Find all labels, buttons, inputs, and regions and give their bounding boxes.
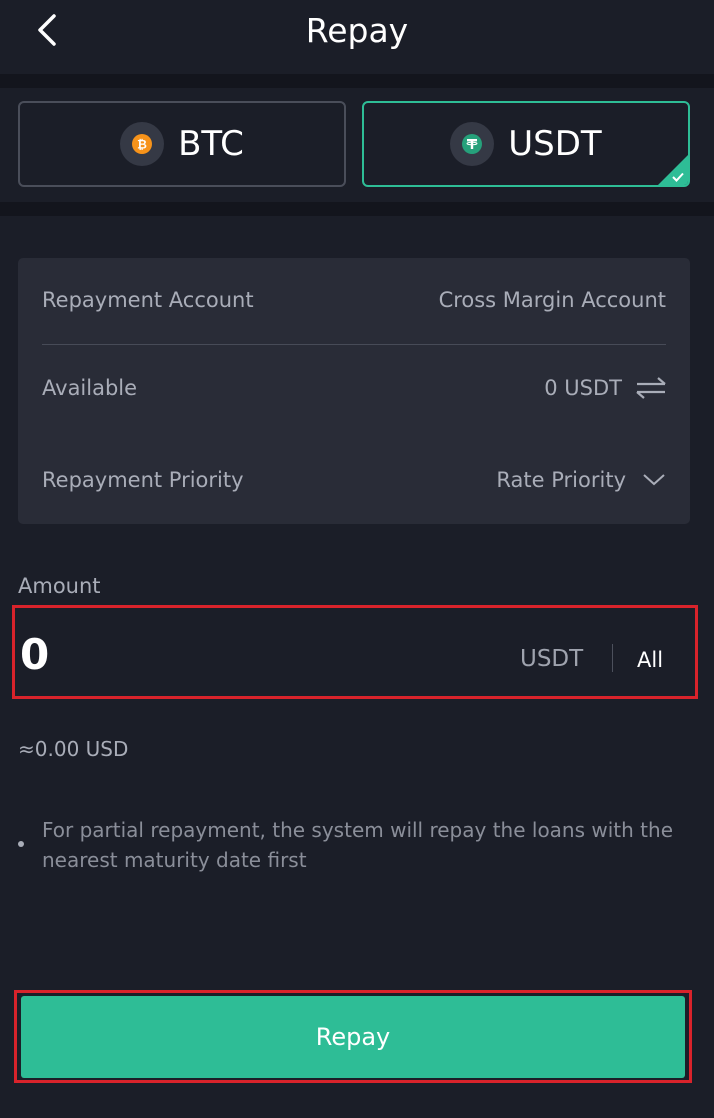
bitcoin-icon: ₿ — [120, 122, 165, 166]
bullet-icon — [18, 841, 24, 847]
repayment-account-value: Cross Margin Account — [438, 288, 666, 312]
header: Repay — [0, 0, 714, 74]
check-icon — [672, 172, 684, 182]
available-row: 0 USDT — [544, 376, 666, 400]
repay-button[interactable]: Repay — [21, 996, 685, 1078]
page-title: Repay — [305, 11, 409, 50]
svg-text:₿: ₿ — [137, 138, 147, 152]
coin-tab-btc[interactable]: ₿ BTC — [18, 101, 346, 187]
coin-label-usdt: USDT — [508, 124, 602, 164]
available-label: Available — [42, 376, 138, 400]
divider — [0, 202, 714, 216]
usd-estimate: ≈0.00 USD — [18, 737, 129, 761]
repayment-priority-value: Rate Priority — [496, 468, 626, 492]
amount-input[interactable]: 0 — [20, 630, 49, 679]
amount-label: Amount — [18, 574, 101, 598]
tether-icon — [450, 122, 495, 166]
amount-input-field[interactable]: 0 USDT All — [12, 605, 698, 699]
repayment-note: For partial repayment, the system will r… — [42, 818, 673, 872]
divider — [0, 74, 714, 88]
amount-unit: USDT — [520, 646, 584, 672]
coin-tab-usdt[interactable]: USDT — [362, 101, 690, 187]
transfer-button[interactable] — [636, 376, 666, 400]
repayment-info-card: Repayment Account Cross Margin Account A… — [18, 258, 690, 524]
all-button[interactable]: All — [637, 648, 663, 672]
transfer-icon — [636, 377, 666, 399]
divider — [612, 644, 613, 672]
repayment-priority-dropdown[interactable]: Rate Priority — [496, 468, 666, 492]
repayment-priority-label: Repayment Priority — [42, 468, 244, 492]
available-value: 0 USDT — [544, 376, 622, 400]
divider — [42, 344, 666, 345]
chevron-down-icon — [643, 474, 665, 486]
coin-label-btc: BTC — [178, 124, 244, 164]
repayment-account-label: Repayment Account — [42, 288, 254, 312]
